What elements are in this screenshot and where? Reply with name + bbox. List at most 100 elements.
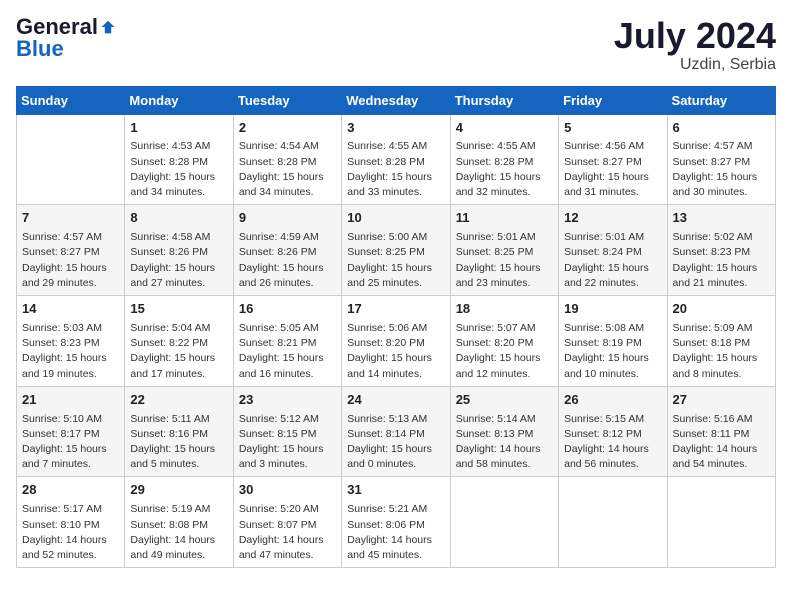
logo-general-text: General — [16, 16, 98, 38]
calendar-week-row: 1Sunrise: 4:53 AM Sunset: 8:28 PM Daylig… — [17, 114, 776, 205]
day-info: Sunrise: 5:05 AM Sunset: 8:21 PM Dayligh… — [239, 321, 336, 382]
calendar-cell: 10 Sunrise: 5:00 AM Sunset: 8:25 PM Dayli… — [342, 205, 450, 296]
day-info: Sunrise: 5:11 AM Sunset: 8:16 PM Dayligh… — [130, 412, 227, 473]
day-number: 21 — [22, 391, 119, 410]
day-info: Sunrise: 4:58 AM Sunset: 8:26 PM Dayligh… — [130, 230, 227, 291]
calendar-cell: 25Sunrise: 5:14 AM Sunset: 8:13 PM Dayli… — [450, 386, 558, 477]
calendar-cell: 9 Sunrise: 4:59 AM Sunset: 8:26 PM Daylig… — [233, 205, 341, 296]
day-number: 30 — [239, 481, 336, 500]
calendar-cell: 29 Sunrise: 5:19 AM Sunset: 8:08 PM Dayli… — [125, 477, 233, 568]
day-number: 6 — [673, 119, 770, 138]
day-info: Sunrise: 4:53 AM Sunset: 8:28 PM Dayligh… — [130, 139, 227, 200]
calendar-cell: 17 Sunrise: 5:06 AM Sunset: 8:20 PM Dayli… — [342, 296, 450, 387]
day-number: 20 — [673, 300, 770, 319]
day-info: Sunrise: 5:19 AM Sunset: 8:08 PM Dayligh… — [130, 502, 227, 563]
calendar-cell: 31Sunrise: 5:21 AM Sunset: 8:06 PM Dayli… — [342, 477, 450, 568]
day-info: Sunrise: 5:13 AM Sunset: 8:14 PM Dayligh… — [347, 412, 444, 473]
day-info: Sunrise: 4:56 AM Sunset: 8:27 PM Dayligh… — [564, 139, 661, 200]
calendar-cell: 16 Sunrise: 5:05 AM Sunset: 8:21 PM Dayli… — [233, 296, 341, 387]
day-number: 9 — [239, 209, 336, 228]
day-info: Sunrise: 5:16 AM Sunset: 8:11 PM Dayligh… — [673, 412, 770, 473]
day-number: 28 — [22, 481, 119, 500]
day-number: 18 — [456, 300, 553, 319]
day-info: Sunrise: 5:09 AM Sunset: 8:18 PM Dayligh… — [673, 321, 770, 382]
calendar-body: 1Sunrise: 4:53 AM Sunset: 8:28 PM Daylig… — [17, 114, 776, 568]
day-of-week-header: Saturday — [667, 86, 775, 114]
calendar-cell: 27 Sunrise: 5:16 AM Sunset: 8:11 PM Dayli… — [667, 386, 775, 477]
day-info: Sunrise: 5:12 AM Sunset: 8:15 PM Dayligh… — [239, 412, 336, 473]
day-number: 16 — [239, 300, 336, 319]
day-number: 8 — [130, 209, 227, 228]
calendar-table: SundayMondayTuesdayWednesdayThursdayFrid… — [16, 86, 776, 569]
day-info: Sunrise: 5:14 AM Sunset: 8:13 PM Dayligh… — [456, 412, 553, 473]
day-of-week-header: Sunday — [17, 86, 125, 114]
calendar-cell: 22 Sunrise: 5:11 AM Sunset: 8:16 PM Dayli… — [125, 386, 233, 477]
day-info: Sunrise: 5:04 AM Sunset: 8:22 PM Dayligh… — [130, 321, 227, 382]
day-info: Sunrise: 5:08 AM Sunset: 8:19 PM Dayligh… — [564, 321, 661, 382]
day-number: 17 — [347, 300, 444, 319]
day-info: Sunrise: 4:57 AM Sunset: 8:27 PM Dayligh… — [22, 230, 119, 291]
day-number: 4 — [456, 119, 553, 138]
calendar-cell: 26 Sunrise: 5:15 AM Sunset: 8:12 PM Dayli… — [559, 386, 667, 477]
calendar-location: Uzdin, Serbia — [614, 56, 776, 74]
calendar-cell: 4Sunrise: 4:55 AM Sunset: 8:28 PM Daylig… — [450, 114, 558, 205]
day-info: Sunrise: 4:59 AM Sunset: 8:26 PM Dayligh… — [239, 230, 336, 291]
day-of-week-header: Friday — [559, 86, 667, 114]
calendar-cell: 21 Sunrise: 5:10 AM Sunset: 8:17 PM Dayli… — [17, 386, 125, 477]
day-info: Sunrise: 5:01 AM Sunset: 8:24 PM Dayligh… — [564, 230, 661, 291]
day-info: Sunrise: 5:17 AM Sunset: 8:10 PM Dayligh… — [22, 502, 119, 563]
calendar-cell: 30 Sunrise: 5:20 AM Sunset: 8:07 PM Dayli… — [233, 477, 341, 568]
day-number: 2 — [239, 119, 336, 138]
calendar-header: SundayMondayTuesdayWednesdayThursdayFrid… — [17, 86, 776, 114]
calendar-cell: 12 Sunrise: 5:01 AM Sunset: 8:24 PM Dayli… — [559, 205, 667, 296]
day-info: Sunrise: 4:55 AM Sunset: 8:28 PM Dayligh… — [347, 139, 444, 200]
day-of-week-header: Thursday — [450, 86, 558, 114]
calendar-week-row: 7Sunrise: 4:57 AM Sunset: 8:27 PM Daylig… — [17, 205, 776, 296]
day-info: Sunrise: 5:01 AM Sunset: 8:25 PM Dayligh… — [456, 230, 553, 291]
calendar-cell — [17, 114, 125, 205]
calendar-cell: 5Sunrise: 4:56 AM Sunset: 8:27 PM Daylig… — [559, 114, 667, 205]
day-number: 26 — [564, 391, 661, 410]
calendar-cell — [667, 477, 775, 568]
day-info: Sunrise: 4:54 AM Sunset: 8:28 PM Dayligh… — [239, 139, 336, 200]
day-number: 3 — [347, 119, 444, 138]
day-number: 12 — [564, 209, 661, 228]
calendar-cell: 24Sunrise: 5:13 AM Sunset: 8:14 PM Dayli… — [342, 386, 450, 477]
calendar-week-row: 21 Sunrise: 5:10 AM Sunset: 8:17 PM Dayli… — [17, 386, 776, 477]
calendar-cell — [450, 477, 558, 568]
day-info: Sunrise: 5:06 AM Sunset: 8:20 PM Dayligh… — [347, 321, 444, 382]
logo-icon — [100, 19, 116, 35]
calendar-cell: 6Sunrise: 4:57 AM Sunset: 8:27 PM Daylig… — [667, 114, 775, 205]
day-of-week-header: Monday — [125, 86, 233, 114]
calendar-cell: 7Sunrise: 4:57 AM Sunset: 8:27 PM Daylig… — [17, 205, 125, 296]
day-number: 27 — [673, 391, 770, 410]
day-number: 1 — [130, 119, 227, 138]
calendar-week-row: 14Sunrise: 5:03 AM Sunset: 8:23 PM Dayli… — [17, 296, 776, 387]
title-block: July 2024 Uzdin, Serbia — [614, 16, 776, 74]
calendar-cell: 14Sunrise: 5:03 AM Sunset: 8:23 PM Dayli… — [17, 296, 125, 387]
day-number: 11 — [456, 209, 553, 228]
day-number: 29 — [130, 481, 227, 500]
day-info: Sunrise: 4:57 AM Sunset: 8:27 PM Dayligh… — [673, 139, 770, 200]
calendar-cell: 28 Sunrise: 5:17 AM Sunset: 8:10 PM Dayli… — [17, 477, 125, 568]
day-info: Sunrise: 5:07 AM Sunset: 8:20 PM Dayligh… — [456, 321, 553, 382]
day-info: Sunrise: 4:55 AM Sunset: 8:28 PM Dayligh… — [456, 139, 553, 200]
calendar-cell: 19Sunrise: 5:08 AM Sunset: 8:19 PM Dayli… — [559, 296, 667, 387]
day-number: 15 — [130, 300, 227, 319]
day-info: Sunrise: 5:21 AM Sunset: 8:06 PM Dayligh… — [347, 502, 444, 563]
day-number: 10 — [347, 209, 444, 228]
day-info: Sunrise: 5:20 AM Sunset: 8:07 PM Dayligh… — [239, 502, 336, 563]
day-info: Sunrise: 5:15 AM Sunset: 8:12 PM Dayligh… — [564, 412, 661, 473]
day-number: 5 — [564, 119, 661, 138]
day-info: Sunrise: 5:10 AM Sunset: 8:17 PM Dayligh… — [22, 412, 119, 473]
calendar-cell — [559, 477, 667, 568]
calendar-cell: 8 Sunrise: 4:58 AM Sunset: 8:26 PM Daylig… — [125, 205, 233, 296]
day-number: 22 — [130, 391, 227, 410]
calendar-cell: 20 Sunrise: 5:09 AM Sunset: 8:18 PM Dayli… — [667, 296, 775, 387]
calendar-cell: 11 Sunrise: 5:01 AM Sunset: 8:25 PM Dayli… — [450, 205, 558, 296]
day-info: Sunrise: 5:00 AM Sunset: 8:25 PM Dayligh… — [347, 230, 444, 291]
calendar-week-row: 28 Sunrise: 5:17 AM Sunset: 8:10 PM Dayli… — [17, 477, 776, 568]
calendar-cell: 13Sunrise: 5:02 AM Sunset: 8:23 PM Dayli… — [667, 205, 775, 296]
page-header: General Blue July 2024 Uzdin, Serbia — [16, 16, 776, 74]
logo: General Blue — [16, 16, 116, 60]
